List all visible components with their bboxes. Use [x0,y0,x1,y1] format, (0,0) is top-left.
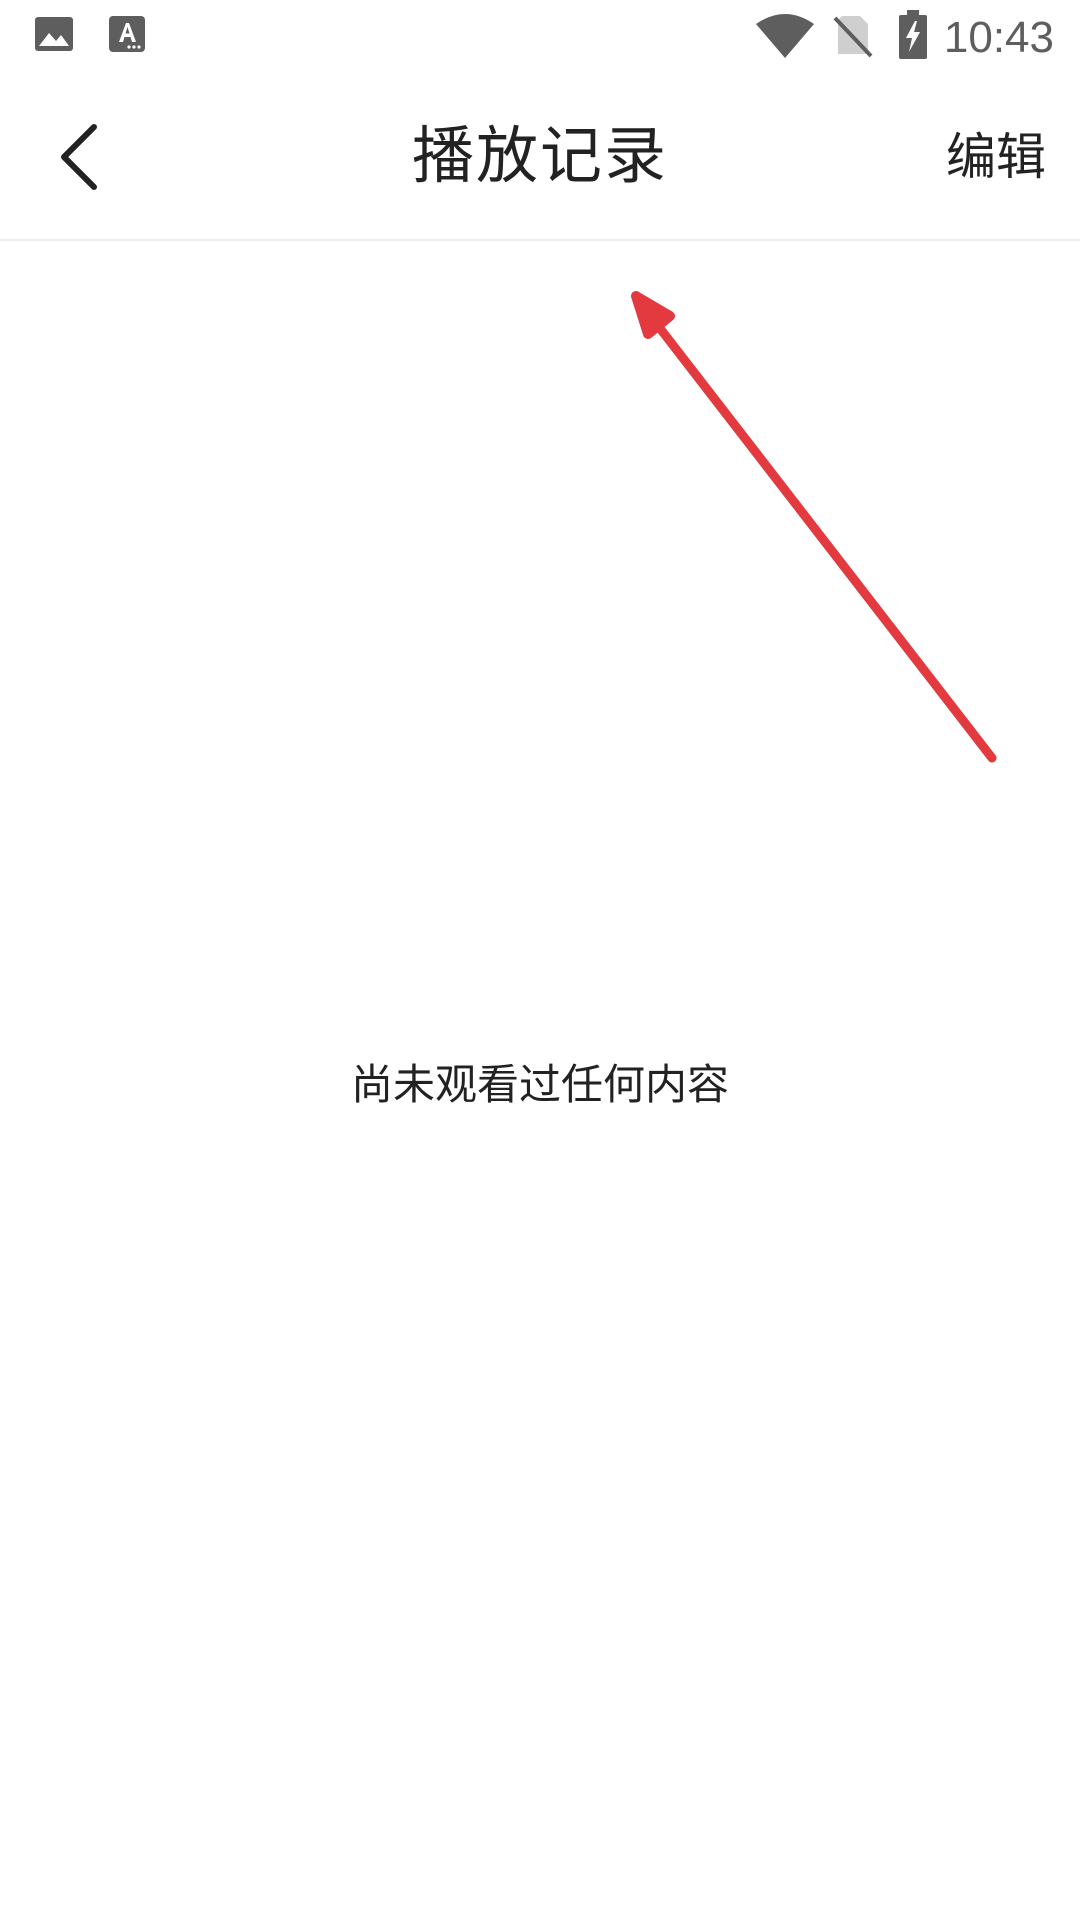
wifi-icon [754,12,816,60]
app-bar: 播放记录 编辑 [0,75,1080,241]
edit-button[interactable]: 编辑 [946,125,1046,189]
font-download-icon [107,14,147,54]
page-title: 播放记录 [411,119,668,192]
status-bar: 10:43 [0,0,1080,75]
play-history-screen: 10:43 播放记录 编辑 尚未观看过任何内容 [0,0,1080,1920]
gallery-icon [34,14,74,54]
history-list-area: 尚未观看过任何内容 [0,241,1080,1920]
status-time: 10:43 [943,13,1054,62]
no-sim-icon [832,12,874,58]
battery-charging-icon [897,10,929,60]
empty-state-message: 尚未观看过任何内容 [350,1060,729,1109]
